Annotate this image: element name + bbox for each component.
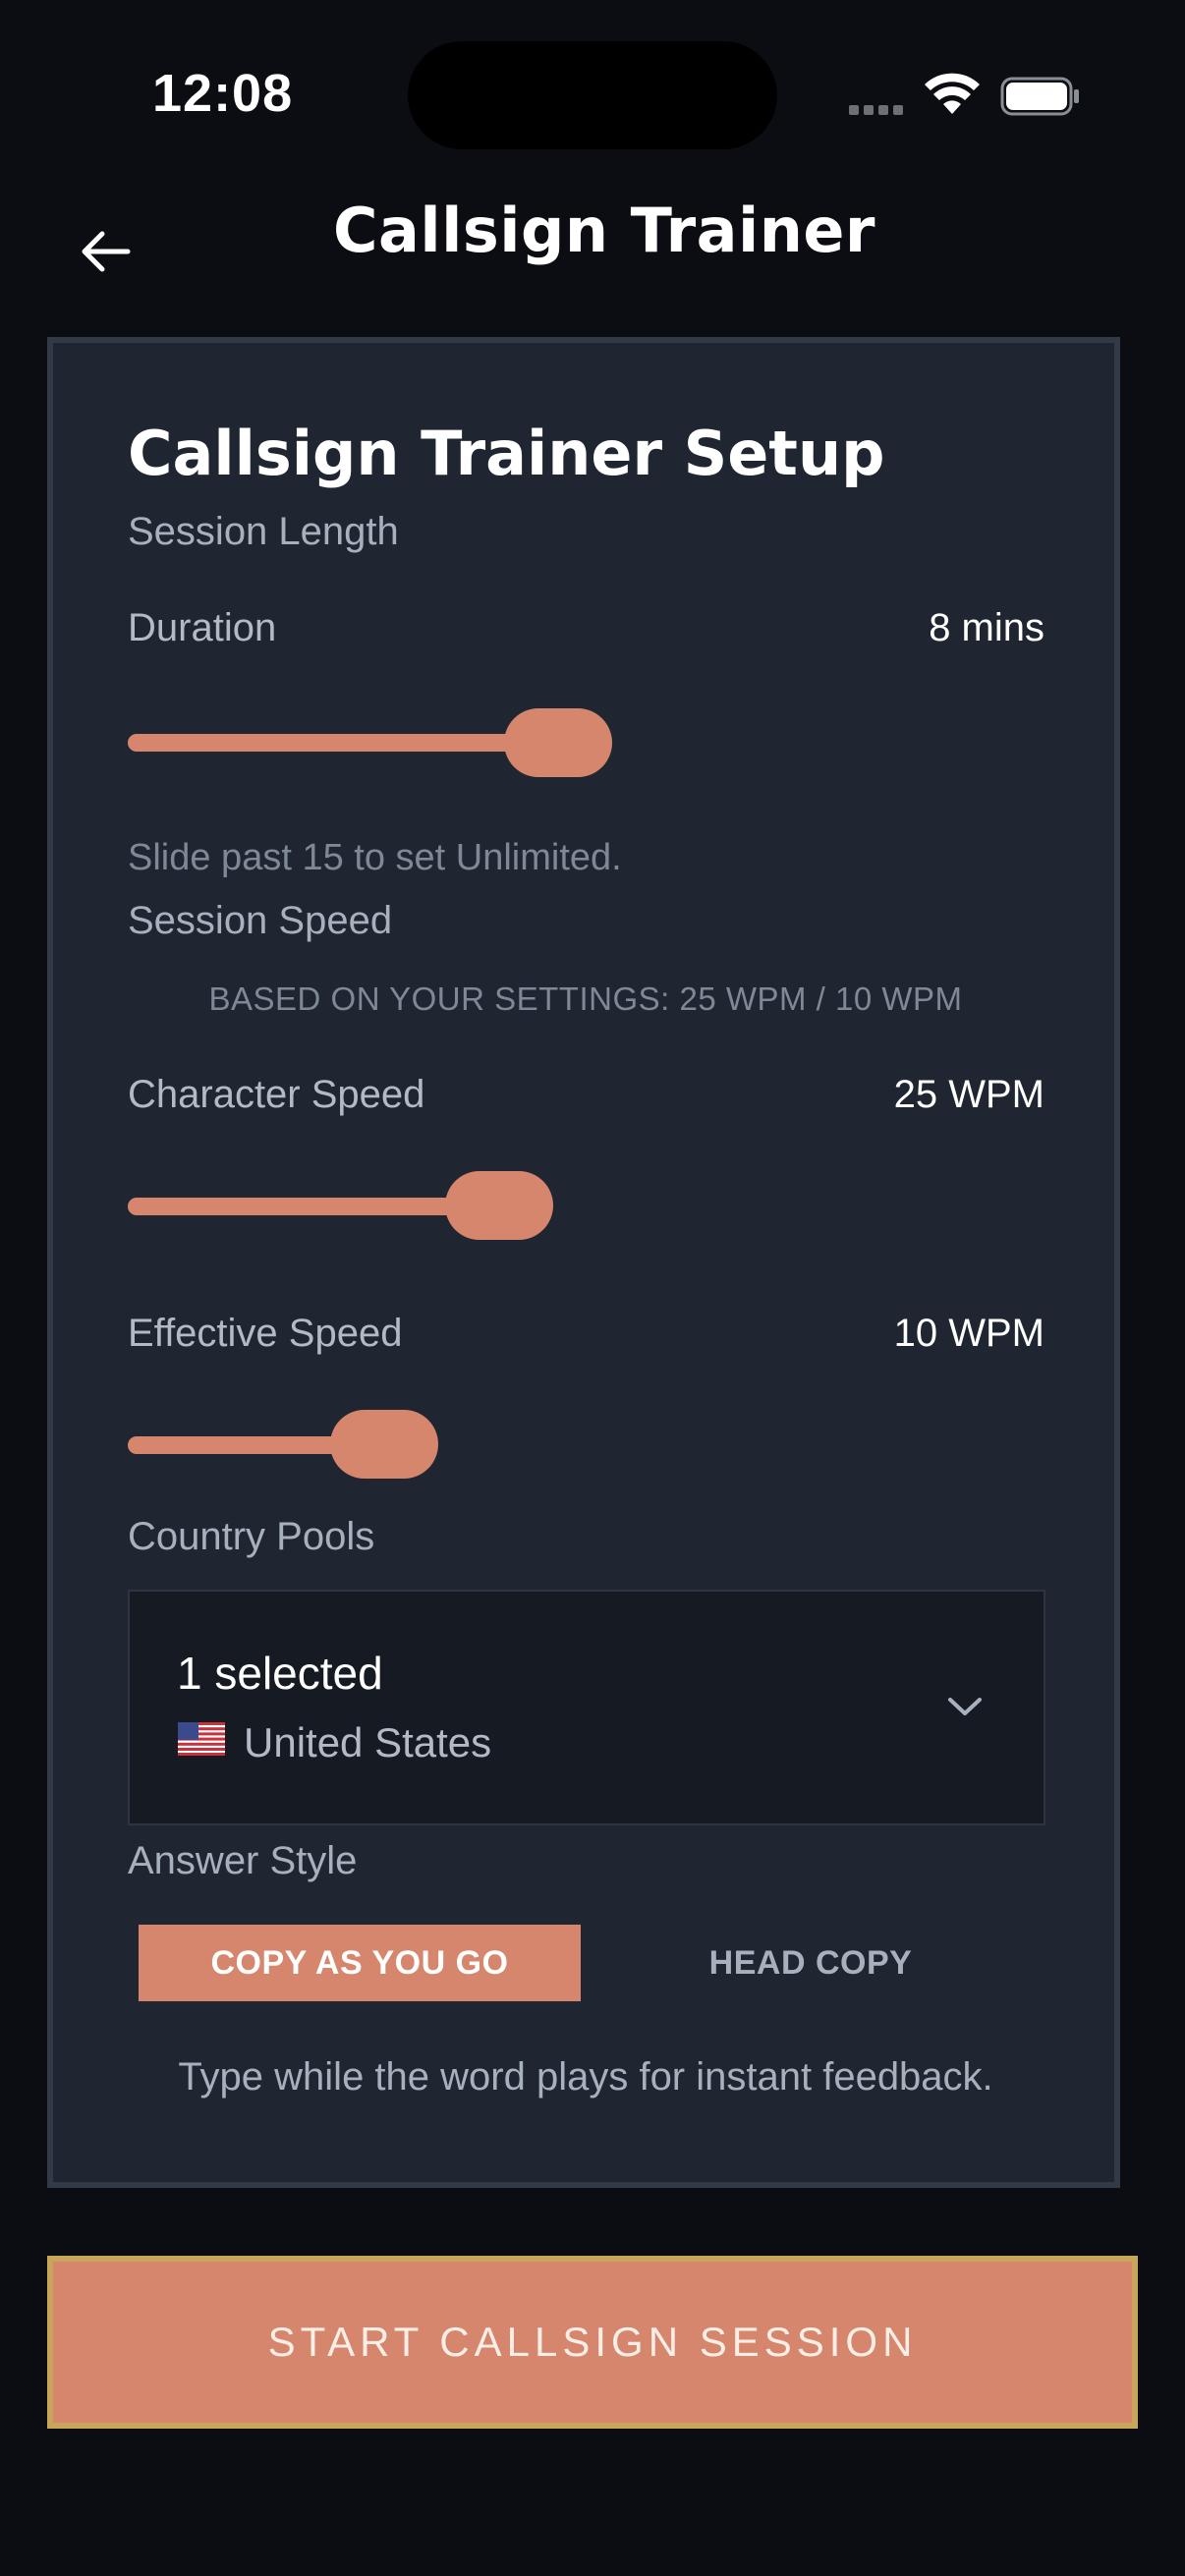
start-session-button[interactable]: START CALLSIGN SESSION: [47, 2256, 1138, 2429]
battery-icon: [1000, 77, 1079, 116]
duration-label: Duration: [128, 606, 277, 649]
cellular-signal-icon: [849, 102, 910, 115]
effective-speed-value: 10 WPM: [893, 1312, 1044, 1355]
effective-speed-slider-thumb[interactable]: [330, 1410, 438, 1479]
session-length-heading: Session Length: [128, 510, 399, 553]
answer-style-hint: Type while the word plays for instant fe…: [178, 2055, 993, 2099]
character-speed-slider-thumb[interactable]: [445, 1171, 553, 1240]
country-pools-heading: Country Pools: [128, 1515, 375, 1558]
duration-value: 8 mins: [929, 606, 1044, 649]
speed-settings-note: BASED ON YOUR SETTINGS: 25 WPM / 10 WPM: [208, 980, 963, 1017]
page-title: Callsign Trainer: [332, 195, 875, 266]
session-speed-heading: Session Speed: [128, 899, 393, 942]
duration-hint: Slide past 15 to set Unlimited.: [128, 837, 622, 878]
copy-as-you-go-option[interactable]: COPY AS YOU GO: [139, 1925, 581, 2001]
answer-style-heading: Answer Style: [128, 1839, 358, 1882]
dynamic-island: [408, 41, 777, 149]
head-copy-option[interactable]: HEAD COPY: [599, 1925, 1022, 2001]
us-flag-icon: [178, 1722, 225, 1756]
duration-slider-thumb[interactable]: [504, 708, 612, 777]
wifi-icon: [925, 73, 980, 114]
chevron-down-icon[interactable]: [945, 1692, 985, 1721]
effective-speed-label: Effective Speed: [128, 1312, 403, 1355]
status-time: 12:08: [152, 64, 294, 123]
selected-count: 1 selected: [177, 1648, 383, 1699]
card-title: Callsign Trainer Setup: [128, 418, 885, 489]
character-speed-value: 25 WPM: [893, 1073, 1044, 1116]
country-pools-dropdown[interactable]: [128, 1590, 1045, 1825]
character-speed-label: Character Speed: [128, 1073, 425, 1116]
selected-country: United States: [244, 1719, 492, 1765]
